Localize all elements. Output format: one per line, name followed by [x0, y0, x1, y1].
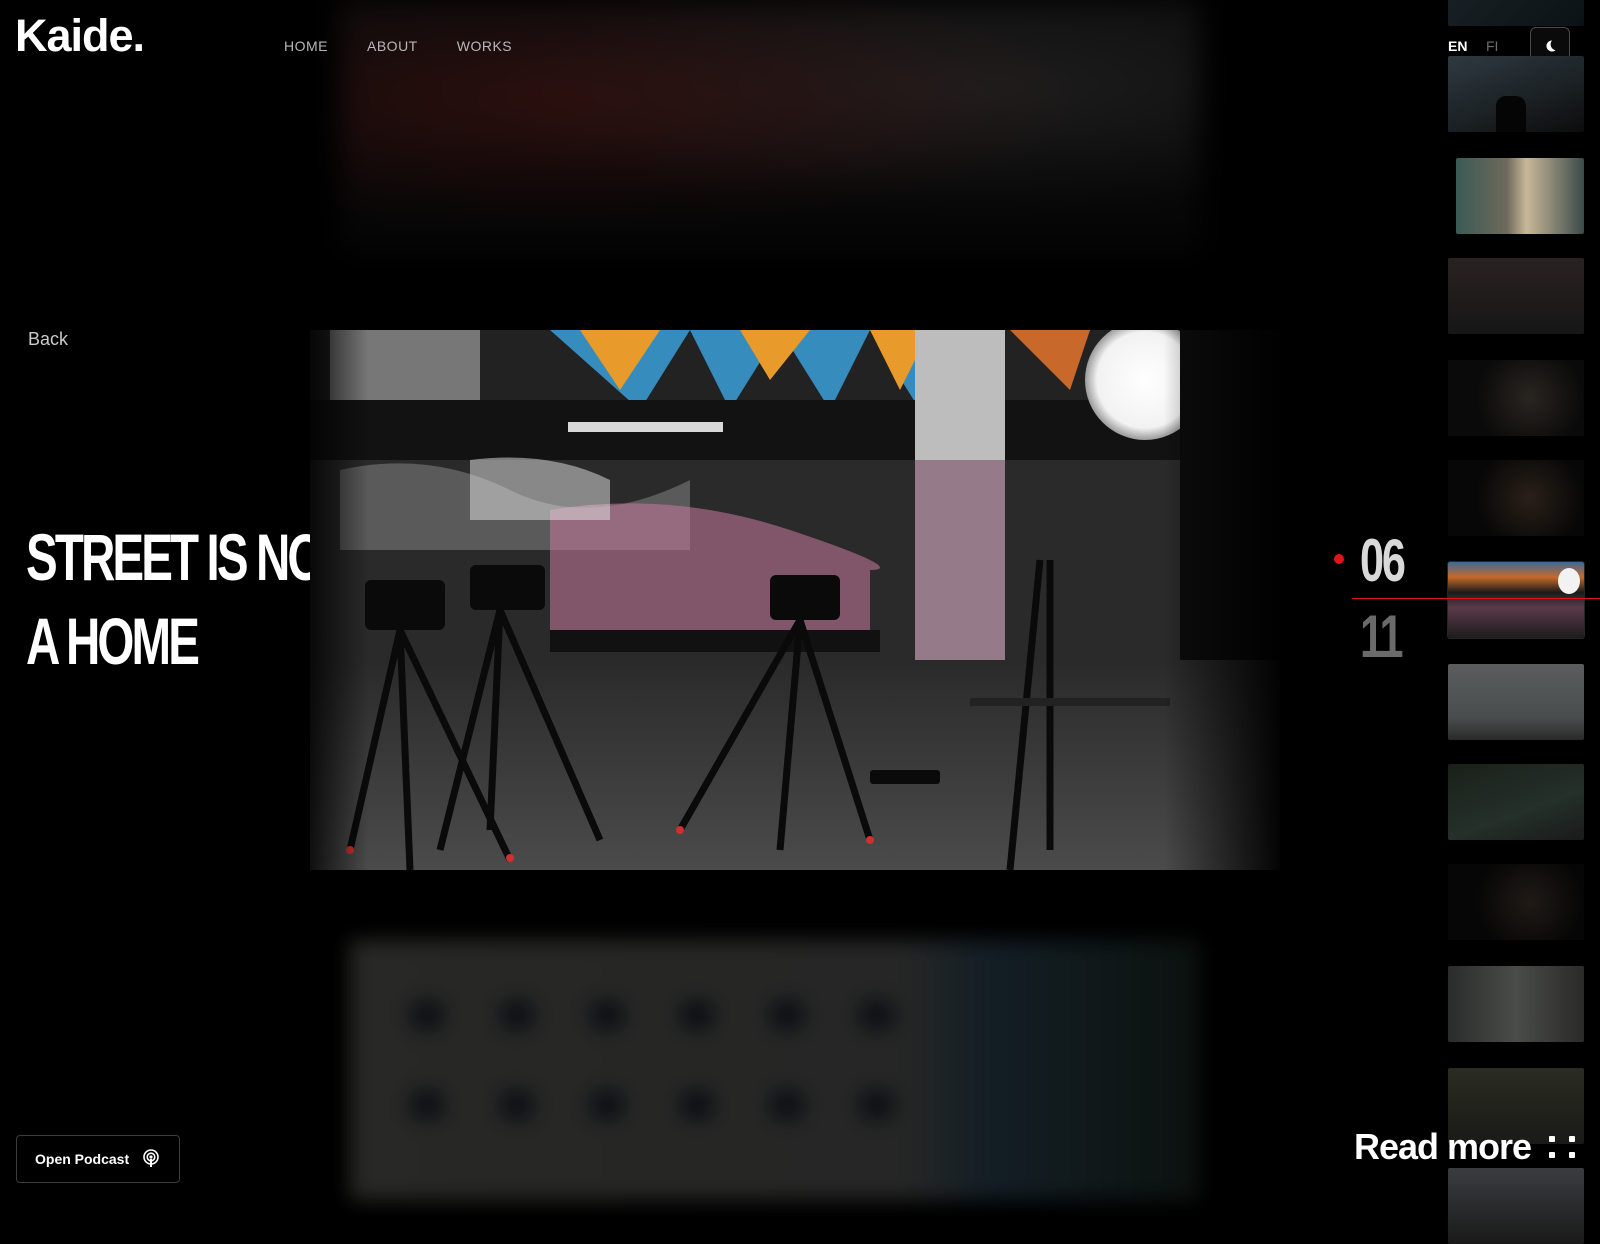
- counter-divider: [1352, 598, 1600, 599]
- nav-about[interactable]: ABOUT: [367, 38, 418, 54]
- project-title-line-1: STREET IS NOT: [26, 520, 351, 594]
- project-thumbnail[interactable]: [1448, 0, 1584, 26]
- project-thumbnail[interactable]: [1448, 966, 1584, 1042]
- open-podcast-button[interactable]: Open Podcast: [16, 1135, 181, 1183]
- main-nav: HOME ABOUT WORKS: [284, 38, 512, 54]
- project-thumbnail[interactable]: [1448, 764, 1584, 840]
- active-indicator-dot: [1334, 554, 1344, 564]
- nav-works[interactable]: WORKS: [457, 38, 512, 54]
- open-podcast-label: Open Podcast: [35, 1151, 130, 1167]
- film-set-illustration: [310, 330, 1280, 870]
- project-thumbnail-rail: [1448, 0, 1600, 1244]
- read-more-label: Read more: [1354, 1126, 1532, 1167]
- project-thumbnail[interactable]: [1448, 1168, 1584, 1244]
- project-thumbnail[interactable]: [1448, 864, 1584, 940]
- site-logo[interactable]: Kaide.: [15, 10, 145, 62]
- project-title: STREET IS NOT A HOME: [26, 515, 351, 683]
- project-thumbnail[interactable]: [1448, 360, 1584, 436]
- slide-counter-current: 06: [1360, 527, 1406, 594]
- nav-home[interactable]: HOME: [284, 38, 328, 54]
- project-thumbnail[interactable]: [1448, 258, 1584, 334]
- project-hero-image[interactable]: [310, 330, 1280, 870]
- project-thumbnail[interactable]: [1448, 460, 1584, 536]
- project-thumbnail-active[interactable]: [1448, 562, 1584, 638]
- next-slide-preview: [350, 940, 1200, 1200]
- project-thumbnail[interactable]: [1456, 158, 1584, 234]
- read-more-link[interactable]: Read more: [1354, 1126, 1576, 1168]
- project-thumbnail[interactable]: [1448, 56, 1584, 132]
- slide-counter-total: 11: [1360, 603, 1404, 670]
- project-thumbnail[interactable]: [1448, 664, 1584, 740]
- back-link[interactable]: Back: [28, 329, 68, 350]
- grid-dots-icon: [1549, 1136, 1576, 1158]
- podcast-icon: [143, 1149, 159, 1167]
- project-title-line-2: A HOME: [26, 604, 200, 678]
